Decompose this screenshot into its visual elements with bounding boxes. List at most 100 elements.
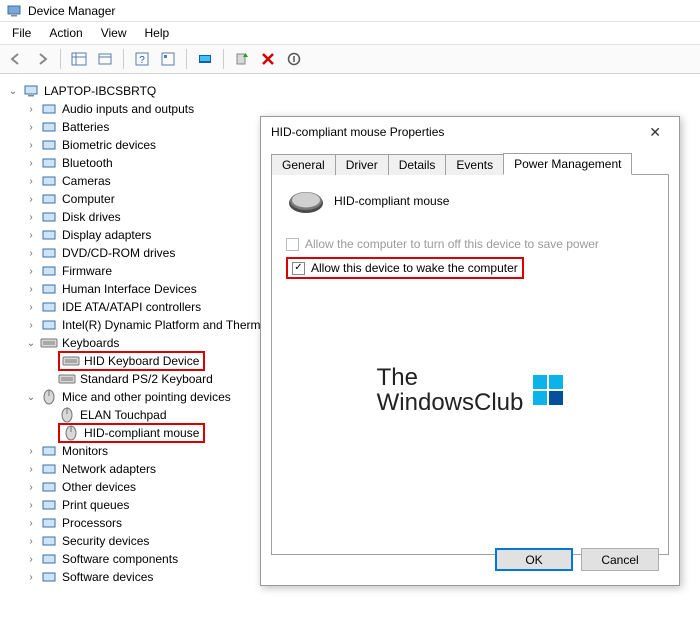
mouse-icon — [286, 189, 320, 213]
expand-icon[interactable]: › — [24, 156, 38, 170]
category-icon — [40, 245, 58, 261]
properties-dialog: HID-compliant mouse Properties ✕ General… — [260, 116, 680, 586]
tree-item-label: Cameras — [60, 174, 113, 188]
highlight-box: HID Keyboard Device — [58, 351, 205, 371]
collapse-icon[interactable]: ⌄ — [6, 84, 20, 98]
collapse-icon[interactable]: ⌄ — [24, 336, 38, 350]
menu-help[interactable]: Help — [137, 24, 178, 42]
highlight-box: HID-compliant mouse — [58, 423, 205, 443]
expand-icon[interactable]: › — [24, 246, 38, 260]
expand-icon[interactable]: › — [24, 192, 38, 206]
category-icon — [40, 569, 58, 585]
expand-icon[interactable]: › — [24, 444, 38, 458]
uninstall-button[interactable] — [256, 47, 280, 71]
spacer-icon — [42, 354, 56, 368]
tab-details[interactable]: Details — [388, 154, 447, 175]
category-icon — [40, 389, 58, 405]
category-icon — [40, 497, 58, 513]
tree-item-label: Keyboards — [60, 336, 121, 350]
window-title: Device Manager — [28, 4, 115, 18]
tab-driver[interactable]: Driver — [335, 154, 389, 175]
category-icon — [40, 209, 58, 225]
toolbar-separator — [223, 49, 224, 69]
toolbar-separator — [186, 49, 187, 69]
menu-action[interactable]: Action — [41, 24, 90, 42]
checkbox-turn-off-label: Allow the computer to turn off this devi… — [305, 237, 599, 251]
category-icon — [40, 263, 58, 279]
expand-icon[interactable]: › — [24, 516, 38, 530]
close-button[interactable]: ✕ — [641, 120, 669, 145]
spacer-icon — [42, 408, 56, 422]
toolbar-separator — [123, 49, 124, 69]
category-icon — [40, 299, 58, 315]
category-icon — [40, 533, 58, 549]
expand-icon[interactable]: › — [24, 210, 38, 224]
category-icon — [40, 191, 58, 207]
window-titlebar: Device Manager — [0, 0, 700, 22]
category-icon — [40, 479, 58, 495]
category-icon — [40, 173, 58, 189]
expand-icon[interactable]: › — [24, 498, 38, 512]
category-icon — [62, 353, 80, 369]
expand-icon[interactable]: › — [24, 552, 38, 566]
expand-icon[interactable]: › — [24, 480, 38, 494]
expand-icon[interactable]: › — [24, 264, 38, 278]
category-icon — [40, 119, 58, 135]
tree-item-label: Disk drives — [60, 210, 123, 224]
category-icon — [40, 137, 58, 153]
cancel-button[interactable]: Cancel — [581, 548, 659, 571]
expand-icon[interactable]: › — [24, 228, 38, 242]
expand-icon[interactable]: › — [24, 570, 38, 584]
category-icon — [40, 443, 58, 459]
tree-item-label: HID-compliant mouse — [82, 426, 201, 440]
menu-view[interactable]: View — [93, 24, 135, 42]
category-icon — [40, 281, 58, 297]
tabstrip: General Driver Details Events Power Mana… — [271, 151, 669, 175]
device-name: HID-compliant mouse — [334, 194, 449, 208]
checkbox-wake[interactable]: Allow this device to wake the computer — [292, 261, 518, 275]
expand-icon[interactable]: › — [24, 300, 38, 314]
category-icon — [62, 425, 80, 441]
tab-general[interactable]: General — [271, 154, 336, 175]
expand-icon[interactable]: › — [24, 174, 38, 188]
expand-icon[interactable]: › — [24, 318, 38, 332]
tree-item-label: Network adapters — [60, 462, 158, 476]
tree-item-label: Firmware — [60, 264, 114, 278]
show-hidden-button[interactable] — [67, 47, 91, 71]
tree-root[interactable]: ⌄ LAPTOP-IBCSBRTQ — [4, 82, 696, 100]
tab-content: HID-compliant mouse Allow the computer t… — [271, 175, 669, 555]
properties-button[interactable] — [156, 47, 180, 71]
collapse-icon[interactable]: ⌄ — [24, 390, 38, 404]
checkbox-icon[interactable] — [292, 262, 305, 275]
back-button[interactable] — [4, 47, 28, 71]
tree-item-label: Other devices — [60, 480, 138, 494]
tab-power-management[interactable]: Power Management — [503, 153, 632, 175]
help-button[interactable]: ? — [130, 47, 154, 71]
tab-events[interactable]: Events — [445, 154, 504, 175]
spacer-icon — [42, 372, 56, 386]
tree-item-label: DVD/CD-ROM drives — [60, 246, 177, 260]
forward-button[interactable] — [30, 47, 54, 71]
tree-item-label: HID Keyboard Device — [82, 354, 201, 368]
expand-icon[interactable]: › — [24, 282, 38, 296]
update-driver-button[interactable] — [230, 47, 254, 71]
expand-icon[interactable]: › — [24, 102, 38, 116]
scan-button[interactable] — [193, 47, 217, 71]
expand-icon[interactable]: › — [24, 138, 38, 152]
tree-item-label: Processors — [60, 516, 124, 530]
disable-button[interactable] — [282, 47, 306, 71]
category-icon — [40, 155, 58, 171]
ok-button[interactable]: OK — [495, 548, 573, 571]
tree-item-label: Display adapters — [60, 228, 153, 242]
dialog-titlebar[interactable]: HID-compliant mouse Properties ✕ — [261, 117, 679, 147]
expand-icon[interactable]: › — [24, 534, 38, 548]
expand-icon[interactable]: › — [24, 120, 38, 134]
view-button[interactable] — [93, 47, 117, 71]
menu-file[interactable]: File — [4, 24, 39, 42]
tree-item-label: Biometric devices — [60, 138, 158, 152]
tree-item-label: Monitors — [60, 444, 110, 458]
dialog-title: HID-compliant mouse Properties — [271, 125, 444, 139]
expand-icon[interactable]: › — [24, 462, 38, 476]
checkbox-turn-off: Allow the computer to turn off this devi… — [286, 237, 654, 251]
app-icon — [6, 3, 22, 19]
